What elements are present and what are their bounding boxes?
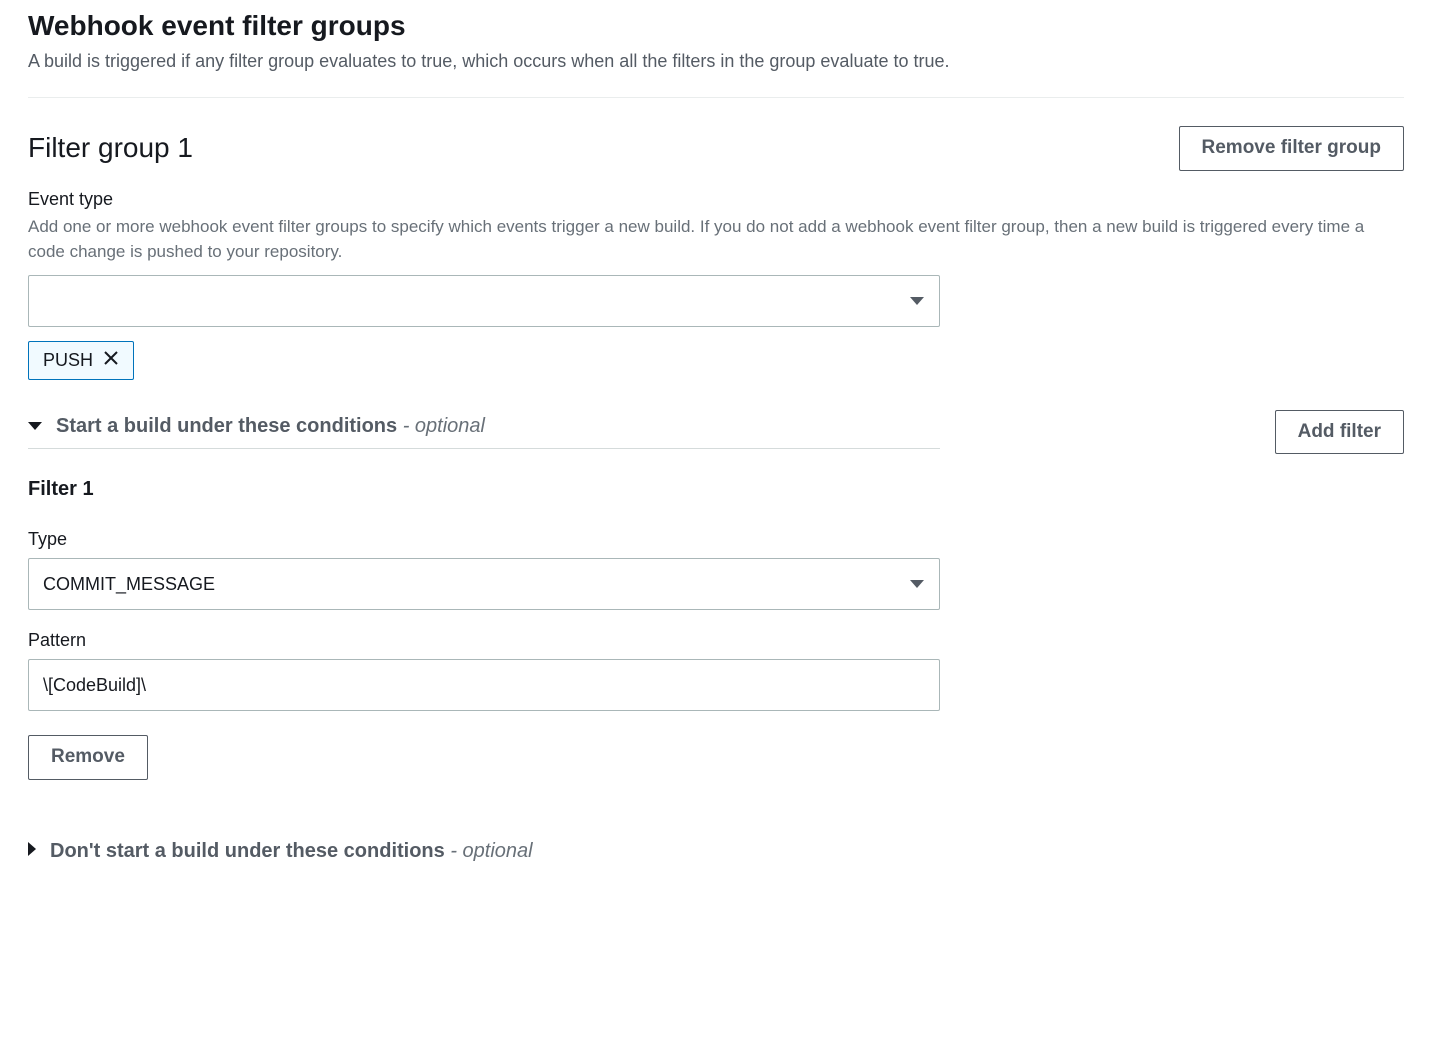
- start-conditions-title: Start a build under these conditions: [56, 415, 397, 437]
- filter-pattern-input[interactable]: [28, 659, 940, 711]
- caret-down-icon: [28, 417, 42, 435]
- caret-right-icon: [28, 842, 36, 861]
- event-type-tag[interactable]: PUSH: [28, 341, 134, 380]
- optional-suffix: - optional: [445, 840, 533, 862]
- remove-filter-button[interactable]: Remove: [28, 735, 148, 780]
- event-type-description: Add one or more webhook event filter gro…: [28, 214, 1404, 265]
- event-type-select[interactable]: [28, 275, 940, 327]
- filter-pattern-label: Pattern: [28, 630, 1404, 651]
- optional-suffix: - optional: [397, 415, 485, 437]
- filter-heading: Filter 1: [28, 478, 1404, 501]
- start-conditions-toggle[interactable]: Start a build under these conditions - o…: [28, 415, 940, 449]
- dont-start-conditions-toggle[interactable]: Don't start a build under these conditio…: [28, 840, 1404, 863]
- remove-filter-group-button[interactable]: Remove filter group: [1179, 126, 1404, 171]
- filter-type-select[interactable]: COMMIT_MESSAGE: [28, 558, 940, 610]
- page-title: Webhook event filter groups: [28, 10, 1404, 42]
- event-type-label: Event type: [28, 189, 1404, 210]
- dont-start-title: Don't start a build under these conditio…: [50, 840, 445, 862]
- filter-group-title: Filter group 1: [28, 132, 193, 164]
- filter-type-label: Type: [28, 529, 1404, 550]
- tag-label: PUSH: [43, 350, 93, 371]
- add-filter-button[interactable]: Add filter: [1275, 410, 1404, 455]
- page-description: A build is triggered if any filter group…: [28, 48, 1404, 75]
- close-icon[interactable]: [103, 350, 119, 370]
